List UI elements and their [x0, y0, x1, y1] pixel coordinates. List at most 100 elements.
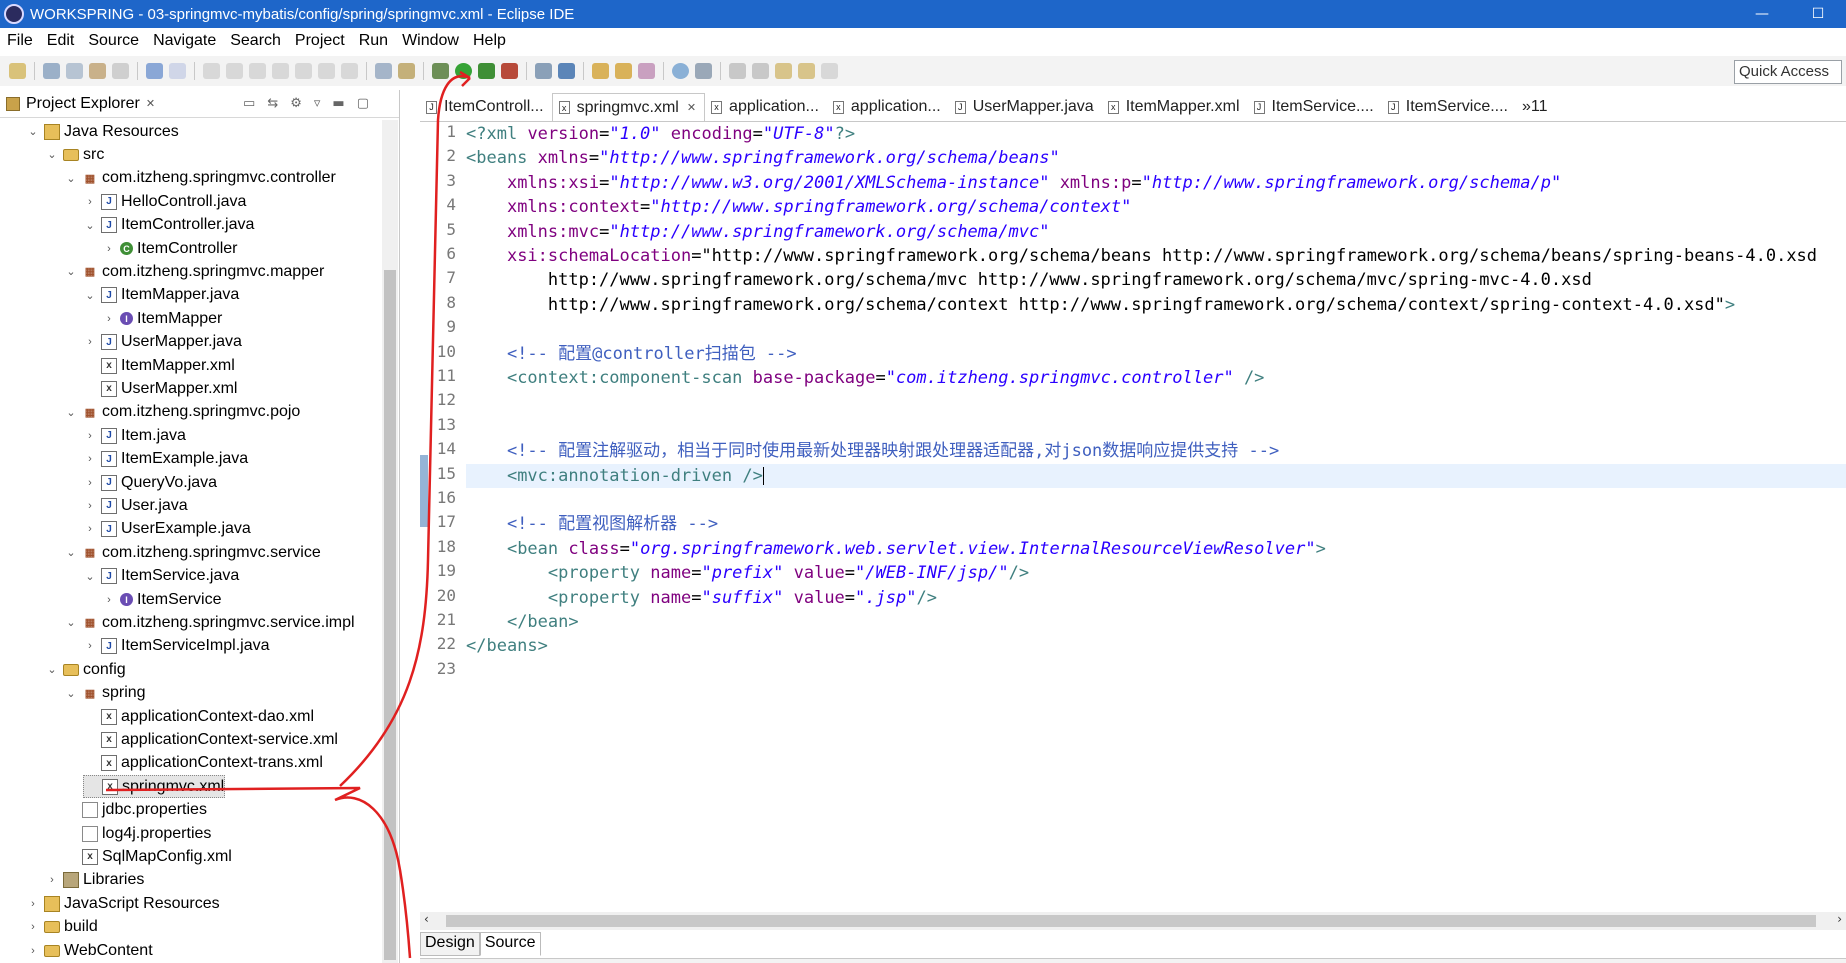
- tree-item[interactable]: ⌄ J ItemService.java: [83, 565, 239, 588]
- tree-item[interactable]: › J Item.java: [83, 424, 186, 447]
- suspend-icon[interactable]: [226, 63, 243, 79]
- new-package-icon[interactable]: [558, 63, 575, 79]
- tree-item[interactable]: ⌄ Java Resources: [26, 120, 179, 143]
- minimize-view-icon[interactable]: ▬: [332, 96, 344, 111]
- menu-help[interactable]: Help: [466, 32, 513, 50]
- tree-item[interactable]: ⌄ ▦ com.itzheng.springmvc.service.impl: [64, 611, 354, 634]
- close-icon[interactable]: ✕: [146, 97, 155, 110]
- tree-item[interactable]: › build: [26, 916, 98, 939]
- debug-icon[interactable]: [432, 63, 449, 79]
- new-java-project-icon[interactable]: [535, 63, 552, 79]
- editor-tab[interactable]: J ItemService....: [1248, 93, 1382, 121]
- external-tools-icon[interactable]: [501, 63, 518, 79]
- tree-item[interactable]: x UserMapper.xml: [83, 377, 237, 400]
- menu-source[interactable]: Source: [81, 32, 146, 50]
- editor-tab[interactable]: x application...: [705, 93, 827, 121]
- terminate-icon[interactable]: [249, 63, 266, 79]
- code-line[interactable]: xmlns:mvc="http://www.springframework.or…: [466, 220, 1049, 244]
- code-line[interactable]: <context:component-scan base-package="co…: [466, 366, 1264, 390]
- outline-icon[interactable]: [375, 63, 392, 79]
- expand-down-icon[interactable]: ⌄: [64, 616, 78, 629]
- save-icon[interactable]: [43, 63, 60, 79]
- tree-item[interactable]: › J UserExample.java: [83, 518, 251, 541]
- expand-down-icon[interactable]: ⌄: [64, 687, 78, 700]
- tree-item[interactable]: ⌄ config: [45, 658, 125, 681]
- tree-item[interactable]: › JavaScript Resources: [26, 892, 220, 915]
- search-icon[interactable]: [638, 63, 655, 79]
- menu-window[interactable]: Window: [395, 32, 466, 50]
- tree-item[interactable]: ⌄ ▦ com.itzheng.springmvc.pojo: [64, 401, 300, 424]
- code-line[interactable]: <beans xmlns="http://www.springframework…: [466, 146, 1060, 170]
- editor-tab[interactable]: x ItemMapper.xml: [1102, 93, 1248, 121]
- code-line[interactable]: </beans>: [466, 634, 548, 658]
- expand-right-icon[interactable]: ›: [26, 945, 40, 957]
- tree-item[interactable]: ⌄ ▦ com.itzheng.springmvc.controller: [64, 167, 335, 190]
- open-task-icon[interactable]: [615, 63, 632, 79]
- expand-right-icon[interactable]: ›: [83, 430, 97, 442]
- menu-search[interactable]: Search: [223, 32, 288, 50]
- tree-item[interactable]: ⌄ J ItemMapper.java: [83, 284, 239, 307]
- editor-horizontal-scrollbar[interactable]: ‹ ›: [420, 912, 1846, 930]
- scrollbar-thumb[interactable]: [384, 270, 396, 960]
- forward-icon[interactable]: [821, 63, 838, 79]
- tab-source[interactable]: Source: [479, 932, 541, 956]
- menu-navigate[interactable]: Navigate: [146, 32, 223, 50]
- tree-item[interactable]: x springmvc.xml: [83, 775, 226, 799]
- new-icon[interactable]: [9, 63, 26, 79]
- explorer-scrollbar[interactable]: [382, 120, 398, 963]
- link-with-editor-icon[interactable]: ⇆: [267, 96, 278, 111]
- scroll-left-icon[interactable]: ‹: [424, 912, 429, 926]
- code-line[interactable]: xmlns:xsi="http://www.w3.org/2001/XMLSch…: [466, 171, 1561, 195]
- tree-item[interactable]: x applicationContext-service.xml: [83, 728, 338, 751]
- step-into-icon[interactable]: [295, 63, 312, 79]
- expand-down-icon[interactable]: ⌄: [26, 125, 40, 138]
- tree-item[interactable]: › I ItemMapper: [102, 307, 222, 330]
- editor-tab[interactable]: J UserMapper.java: [949, 93, 1102, 121]
- tree-item[interactable]: › WebContent: [26, 939, 153, 962]
- expand-right-icon[interactable]: ›: [83, 336, 97, 348]
- expand-right-icon[interactable]: ›: [102, 313, 116, 325]
- xml-editor[interactable]: 1 2 3 4 5 6 7 8 9 10 11 12 13 14 15 16 17 18 19 20 21 22 23 <?…: [420, 122, 1846, 912]
- code-line[interactable]: </bean>: [466, 610, 579, 634]
- tree-item[interactable]: › J UserMapper.java: [83, 331, 242, 354]
- tree-item[interactable]: x applicationContext-dao.xml: [83, 705, 314, 728]
- code-line[interactable]: http://www.springframework.org/schema/co…: [466, 293, 1735, 317]
- code-line[interactable]: xsi:schemaLocation="http://www.springfra…: [466, 244, 1817, 268]
- tree-item[interactable]: log4j.properties: [64, 822, 211, 845]
- tree-item[interactable]: jdbc.properties: [64, 799, 207, 822]
- expand-right-icon[interactable]: ›: [102, 243, 116, 255]
- step-return-icon[interactable]: [341, 63, 358, 79]
- tree-item[interactable]: ⌄ ▦ spring: [64, 682, 145, 705]
- coverage-icon[interactable]: [478, 63, 495, 79]
- code-line[interactable]: <?xml version="1.0" encoding="UTF-8"?>: [466, 122, 855, 146]
- code-line[interactable]: <!-- 配置视图解析器 -->: [466, 512, 718, 536]
- maximize-button[interactable]: ☐: [1790, 0, 1846, 28]
- tab-design[interactable]: Design: [420, 932, 480, 956]
- skip-breakpoints-icon[interactable]: [169, 63, 186, 79]
- scrollbar-thumb[interactable]: [446, 915, 1816, 927]
- globe-icon[interactable]: [672, 63, 689, 79]
- expand-down-icon[interactable]: ⌄: [83, 570, 97, 583]
- next-annotation-icon[interactable]: [729, 63, 746, 79]
- expand-right-icon[interactable]: ›: [45, 874, 59, 886]
- minimize-button[interactable]: —: [1734, 0, 1790, 28]
- menu-project[interactable]: Project: [288, 32, 352, 50]
- menu-run[interactable]: Run: [352, 32, 395, 50]
- expand-down-icon[interactable]: ⌄: [45, 663, 59, 676]
- editor-tab[interactable]: J ItemControll...: [420, 93, 552, 121]
- annotation-icon[interactable]: [695, 63, 712, 79]
- editor-tab[interactable]: J ItemService....: [1382, 93, 1516, 121]
- tree-item[interactable]: › J ItemServiceImpl.java: [83, 635, 270, 658]
- expand-right-icon[interactable]: ›: [83, 640, 97, 652]
- expand-down-icon[interactable]: ⌄: [64, 172, 78, 185]
- menu-edit[interactable]: Edit: [40, 32, 82, 50]
- menu-file[interactable]: File: [0, 32, 40, 50]
- tree-item[interactable]: › C ItemController: [102, 237, 237, 260]
- server-icon[interactable]: [398, 63, 415, 79]
- open-type-icon[interactable]: [592, 63, 609, 79]
- tree-item[interactable]: x ItemMapper.xml: [83, 354, 235, 377]
- code-line[interactable]: <property name="prefix" value="/WEB-INF/…: [466, 561, 1029, 585]
- filter-icon[interactable]: ⚙: [290, 96, 302, 111]
- code-line[interactable]: <property name="suffix" value=".jsp"/>: [466, 586, 937, 610]
- resume-icon[interactable]: [203, 63, 220, 79]
